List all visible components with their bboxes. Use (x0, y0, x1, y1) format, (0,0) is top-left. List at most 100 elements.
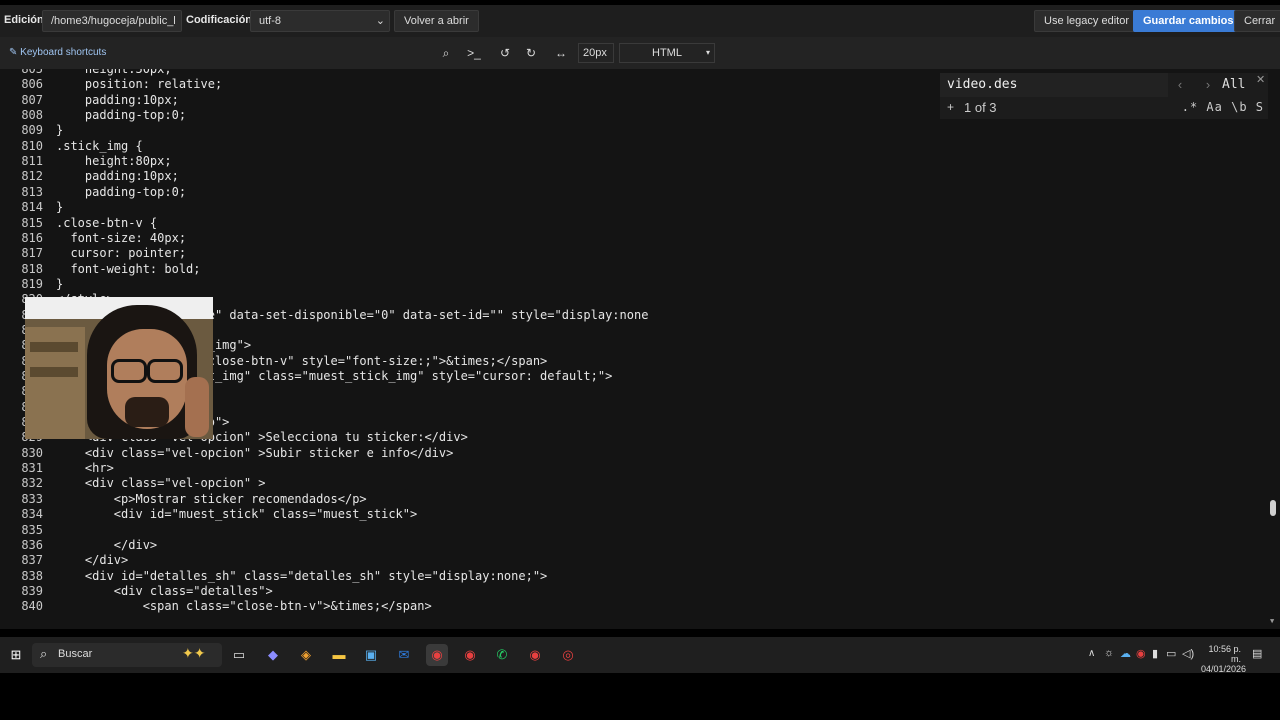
reopen-button[interactable]: Volver a abrir (394, 10, 479, 32)
code-line[interactable]: font-weight: bold; (56, 262, 200, 277)
code-line[interactable]: font-size: 40px; (56, 231, 186, 246)
search-panel: video.des ‹ › All ✕ + 1 of 3 .* Aa \b S (940, 73, 1268, 119)
clock[interactable]: 10:56 p. m. 04/01/2026 (1201, 644, 1246, 674)
chrome-app-icon[interactable]: ◎ (557, 644, 579, 666)
notifications-icon[interactable]: ▤ (1252, 647, 1262, 660)
line-number: 815 (21, 216, 43, 230)
code-line[interactable]: padding:10px; (56, 169, 179, 184)
close-search-icon[interactable]: ✕ (1256, 73, 1265, 86)
chrome-tray-icon[interactable]: ◉ (1136, 647, 1146, 660)
scroll-down-icon[interactable]: ▼ (1270, 617, 1274, 625)
code-line[interactable]: .stick_img { (56, 139, 143, 154)
copilot-icon[interactable]: ◈ (295, 644, 317, 666)
chrome-alt-icon[interactable]: ◉ (524, 644, 546, 666)
code-line[interactable]: .close-btn-v { (56, 216, 157, 231)
code-line[interactable]: <span class="close-btn-v">&times;</span> (56, 599, 432, 614)
glasses-left (111, 359, 147, 383)
mic-icon[interactable]: ▮ (1152, 647, 1158, 660)
scrollbar-thumb[interactable] (1270, 500, 1276, 516)
line-number: 811 (21, 154, 43, 168)
hand (185, 377, 209, 437)
font-size-select[interactable]: 20px ▾ (578, 43, 614, 77)
code-line[interactable]: position: relative; (56, 77, 222, 92)
line-number: 830 (21, 446, 43, 460)
webcam-overlay (25, 297, 213, 439)
brightness-icon[interactable]: ☼ (1104, 647, 1114, 659)
taskbar: ⊞ ⌕ Buscar ✦✦ ▭ ◆ ◈ ▬ ▣ ✉ ◉ ◉ ✆ ◉ ◎ ∧ ☼ … (0, 637, 1280, 674)
legacy-editor-button[interactable]: Use legacy editor (1034, 10, 1139, 32)
mode-select[interactable]: HTML ▾ (619, 43, 715, 63)
mode-value: HTML (652, 47, 682, 59)
search-icon: ⌕ (40, 646, 48, 661)
tray-chevron-icon[interactable]: ∧ (1088, 648, 1095, 659)
code-area[interactable]: height:50px; position: relative; padding… (56, 69, 1256, 629)
code-line[interactable]: padding-top:0; (56, 108, 186, 123)
onedrive-icon[interactable]: ☁ (1120, 647, 1131, 660)
line-number: 831 (21, 461, 43, 475)
chrome-icon[interactable]: ◉ (426, 644, 448, 666)
edicion-label: Edición: (4, 14, 48, 26)
line-number: 839 (21, 584, 43, 598)
code-line[interactable]: <div class="detalles"> (56, 584, 273, 599)
code-line[interactable]: } (56, 277, 63, 292)
search-input[interactable]: video.des (940, 73, 1168, 97)
code-line[interactable] (56, 523, 114, 538)
chevron-down-icon: ▾ (705, 48, 710, 57)
windows-start-icon[interactable]: ⊞ (5, 644, 27, 666)
line-number: 840 (21, 599, 43, 613)
code-line[interactable]: <div id="muest_stick" class="muest_stick… (56, 507, 417, 522)
code-line[interactable]: </div> (56, 553, 128, 568)
line-number: 832 (21, 476, 43, 490)
taskbar-search[interactable]: ⌕ Buscar ✦✦ (32, 643, 222, 667)
keyboard-shortcuts-link[interactable]: ✎ Keyboard shortcuts (9, 47, 106, 58)
line-number: 812 (21, 169, 43, 183)
network-icon[interactable]: ▭ (1166, 647, 1176, 660)
file-explorer-icon[interactable]: ▬ (328, 644, 350, 666)
code-line[interactable]: } (56, 200, 63, 215)
task-view-icon[interactable]: ▭ (228, 644, 250, 666)
line-number: 807 (21, 93, 43, 107)
code-line[interactable]: <hr> (56, 461, 114, 476)
store-icon[interactable]: ▣ (360, 644, 382, 666)
line-number: 809 (21, 123, 43, 137)
line-number: 817 (21, 246, 43, 260)
find-all-button[interactable]: All (1222, 75, 1245, 95)
redo-icon[interactable]: ↻ (519, 42, 543, 64)
encoding-select[interactable]: utf-8 ⌄ (250, 10, 390, 32)
undo-icon[interactable]: ↺ (493, 42, 517, 64)
close-button[interactable]: Cerrar (1234, 10, 1280, 32)
teams-icon[interactable]: ◆ (262, 644, 284, 666)
code-line[interactable]: <p>Mostrar sticker recomendados</p> (56, 492, 367, 507)
shortcuts-label: Keyboard shortcuts (20, 47, 107, 58)
code-line[interactable]: padding:10px; (56, 93, 179, 108)
line-number: 813 (21, 185, 43, 199)
whatsapp-icon[interactable]: ✆ (491, 644, 513, 666)
clock-time: 10:56 p. m. (1208, 644, 1241, 664)
line-number: 837 (21, 553, 43, 567)
volume-icon[interactable]: ◁) (1182, 647, 1194, 660)
chrome-profile-icon[interactable]: ◉ (459, 644, 481, 666)
code-line[interactable]: </div> (56, 538, 157, 553)
next-match-icon[interactable]: › (1196, 75, 1220, 95)
terminal-icon[interactable]: >_ (462, 42, 486, 64)
save-button[interactable]: Guardar cambios (1133, 10, 1244, 32)
outlook-icon[interactable]: ✉ (393, 644, 415, 666)
line-number: 814 (21, 200, 43, 214)
code-line[interactable]: <div class="vel-opcion" >Subir sticker e… (56, 446, 453, 461)
copilot-sparkle-icon: ✦✦ (182, 645, 206, 661)
search-options[interactable]: .* Aa \b S (1182, 100, 1264, 114)
prev-match-icon[interactable]: ‹ (1168, 75, 1192, 95)
file-path-field[interactable]: /home3/hugoceja/public_l (42, 10, 182, 32)
code-line[interactable]: } (56, 123, 63, 138)
code-line[interactable]: <div id="detalles_sh" class="detalles_sh… (56, 569, 547, 584)
code-line[interactable]: <div class="vel-opcion" > (56, 476, 266, 491)
taskbar-search-label: Buscar (58, 648, 93, 660)
wrap-icon[interactable]: ↔ (549, 42, 573, 64)
code-line[interactable]: height:50px; (56, 69, 172, 77)
expand-replace-icon[interactable]: + (947, 100, 954, 114)
line-number: 834 (21, 507, 43, 521)
code-line[interactable]: cursor: pointer; (56, 246, 186, 261)
code-line[interactable]: padding-top:0; (56, 185, 186, 200)
code-line[interactable]: height:80px; (56, 154, 172, 169)
search-icon[interactable]: ⌕ (434, 42, 458, 64)
